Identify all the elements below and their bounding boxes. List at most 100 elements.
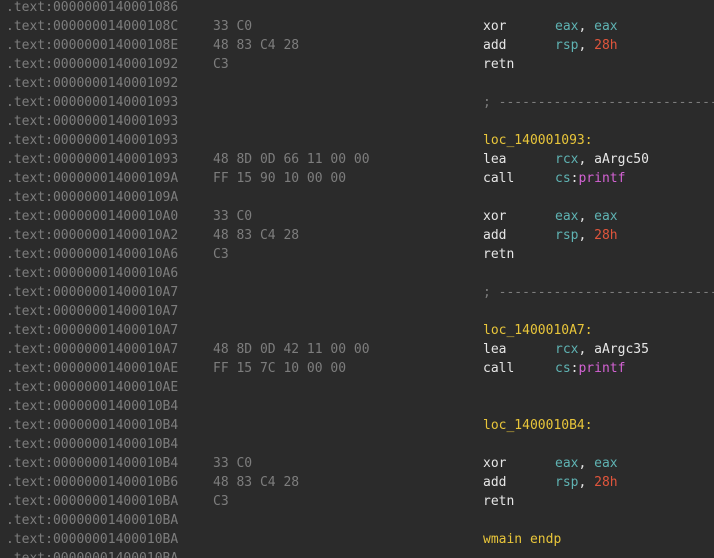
operand-register: rsp	[555, 475, 579, 490]
instruction-mnemonic[interactable]: add	[483, 473, 555, 492]
code-column: add rsp, 28h	[483, 473, 618, 492]
code-column: loc_140001093:	[483, 131, 593, 150]
instruction-mnemonic[interactable]: add	[483, 36, 555, 55]
instruction-mnemonic[interactable]: retn	[483, 492, 555, 511]
opcode-bytes: C3	[213, 494, 229, 509]
operand-function-ref[interactable]: printf	[578, 361, 625, 376]
opcode-bytes: 33 C0	[213, 19, 253, 34]
instruction-mnemonic[interactable]: retn	[483, 55, 555, 74]
operand-segment: cs	[555, 361, 571, 376]
opcode-bytes: FF 15 7C 10 00 00	[213, 361, 347, 376]
code-column: ; --------------------------------------…	[483, 93, 714, 112]
opcode-bytes: 48 83 C4 28	[213, 38, 300, 53]
operand-register: rcx	[555, 152, 579, 167]
opcode-bytes: 48 8D 0D 42 11 00 00	[213, 342, 370, 357]
opcode-bytes: 48 83 C4 28	[213, 475, 300, 490]
operand-register: rsp	[555, 228, 579, 243]
line-address[interactable]: .text:00000001400010BA	[6, 492, 178, 511]
line-address[interactable]: .text:00000001400010BA	[6, 549, 178, 558]
line-address[interactable]: .text:00000001400010BA	[6, 511, 178, 530]
code-column: call cs:printf	[483, 359, 625, 378]
line-address[interactable]: .text:00000001400010BA	[6, 530, 178, 549]
line-address[interactable]: .text:00000001400010B4	[6, 435, 178, 454]
line-address[interactable]: .text:0000000140001093	[6, 93, 178, 112]
operand-name-ref[interactable]: aArgc35	[594, 342, 649, 357]
opcode-bytes: 48 8D 0D 66 11 00 00	[213, 152, 370, 167]
operand-register: eax	[555, 209, 579, 224]
line-address[interactable]: .text:00000001400010A7	[6, 340, 178, 359]
line-address[interactable]: .text:00000001400010B4	[6, 454, 178, 473]
operand-register: eax	[594, 19, 618, 34]
line-address[interactable]: .text:0000000140001093	[6, 150, 178, 169]
instruction-mnemonic[interactable]: xor	[483, 207, 555, 226]
opcode-bytes: C3	[213, 247, 229, 262]
disasm-line[interactable]: .text:00000001400010BA	[0, 551, 714, 558]
opcode-bytes: FF 15 90 10 00 00	[213, 171, 347, 186]
operand-register: rsp	[555, 38, 579, 53]
line-address[interactable]: .text:00000001400010B4	[6, 416, 178, 435]
operand-register: eax	[555, 19, 579, 34]
line-address[interactable]: .text:00000001400010B6	[6, 473, 178, 492]
instruction-mnemonic[interactable]: xor	[483, 17, 555, 36]
operand-register: rcx	[555, 342, 579, 357]
line-address[interactable]: .text:0000000140001093	[6, 112, 178, 131]
operand-punctuation: ,	[578, 456, 595, 471]
line-address[interactable]: .text:0000000140001086	[6, 0, 178, 17]
line-address[interactable]: .text:00000001400010A7	[6, 283, 178, 302]
line-address[interactable]: .text:0000000140001093	[6, 131, 178, 150]
code-column: wmain endp	[483, 530, 561, 549]
operand-register: eax	[594, 456, 618, 471]
line-address[interactable]: .text:000000014000108E	[6, 36, 178, 55]
code-column: add rsp, 28h	[483, 36, 618, 55]
separator-comment: ; --------------------------------------…	[483, 285, 714, 300]
opcode-bytes: 48 83 C4 28	[213, 228, 300, 243]
operand-punctuation: ,	[578, 19, 595, 34]
line-address[interactable]: .text:0000000140001092	[6, 55, 178, 74]
code-label[interactable]: loc_1400010A7:	[483, 323, 593, 338]
instruction-mnemonic[interactable]: call	[483, 359, 555, 378]
line-address[interactable]: .text:00000001400010B4	[6, 397, 178, 416]
function-end-name[interactable]: wmain	[483, 532, 522, 547]
operand-punctuation: ,	[578, 475, 595, 490]
instruction-mnemonic[interactable]: call	[483, 169, 555, 188]
line-address[interactable]: .text:00000001400010A6	[6, 264, 178, 283]
code-column: loc_1400010A7:	[483, 321, 593, 340]
code-column: xor eax, eax	[483, 454, 618, 473]
code-column: lea rcx, aArgc35	[483, 340, 649, 359]
disassembly-view[interactable]: .text:0000000140001086 .text:000000014000…	[0, 0, 714, 558]
line-address[interactable]: .text:0000000140001092	[6, 74, 178, 93]
instruction-mnemonic[interactable]: lea	[483, 150, 555, 169]
operand-number: 28h	[594, 228, 618, 243]
line-address[interactable]: .text:00000001400010A2	[6, 226, 178, 245]
code-label[interactable]: loc_1400010B4:	[483, 418, 593, 433]
line-address[interactable]: .text:000000014000109A	[6, 188, 178, 207]
code-column: lea rcx, aArgc50	[483, 150, 649, 169]
operand-function-ref[interactable]: printf	[578, 171, 625, 186]
code-column: xor eax, eax	[483, 207, 618, 226]
line-address[interactable]: .text:00000001400010A0	[6, 207, 178, 226]
instruction-mnemonic[interactable]: retn	[483, 245, 555, 264]
line-address[interactable]: .text:00000001400010AE	[6, 359, 178, 378]
line-address[interactable]: .text:000000014000108C	[6, 17, 178, 36]
operand-register: eax	[594, 209, 618, 224]
opcode-bytes: C3	[213, 57, 229, 72]
line-address[interactable]: .text:00000001400010AE	[6, 378, 178, 397]
code-label[interactable]: loc_140001093:	[483, 133, 593, 148]
code-column: ; --------------------------------------…	[483, 283, 714, 302]
instruction-mnemonic[interactable]: xor	[483, 454, 555, 473]
operand-name-ref[interactable]: aArgc50	[594, 152, 649, 167]
line-address[interactable]: .text:00000001400010A7	[6, 302, 178, 321]
endp-keyword: endp	[529, 532, 562, 547]
code-column: loc_1400010B4:	[483, 416, 593, 435]
instruction-mnemonic[interactable]: lea	[483, 340, 555, 359]
line-address[interactable]: .text:000000014000109A	[6, 169, 178, 188]
instruction-mnemonic[interactable]: add	[483, 226, 555, 245]
code-column: retn	[483, 245, 555, 264]
code-column: xor eax, eax	[483, 17, 618, 36]
operand-punctuation: ,	[578, 152, 595, 167]
operand-punctuation: ,	[578, 342, 595, 357]
operand-number: 28h	[594, 475, 618, 490]
operand-register: eax	[555, 456, 579, 471]
line-address[interactable]: .text:00000001400010A6	[6, 245, 178, 264]
line-address[interactable]: .text:00000001400010A7	[6, 321, 178, 340]
